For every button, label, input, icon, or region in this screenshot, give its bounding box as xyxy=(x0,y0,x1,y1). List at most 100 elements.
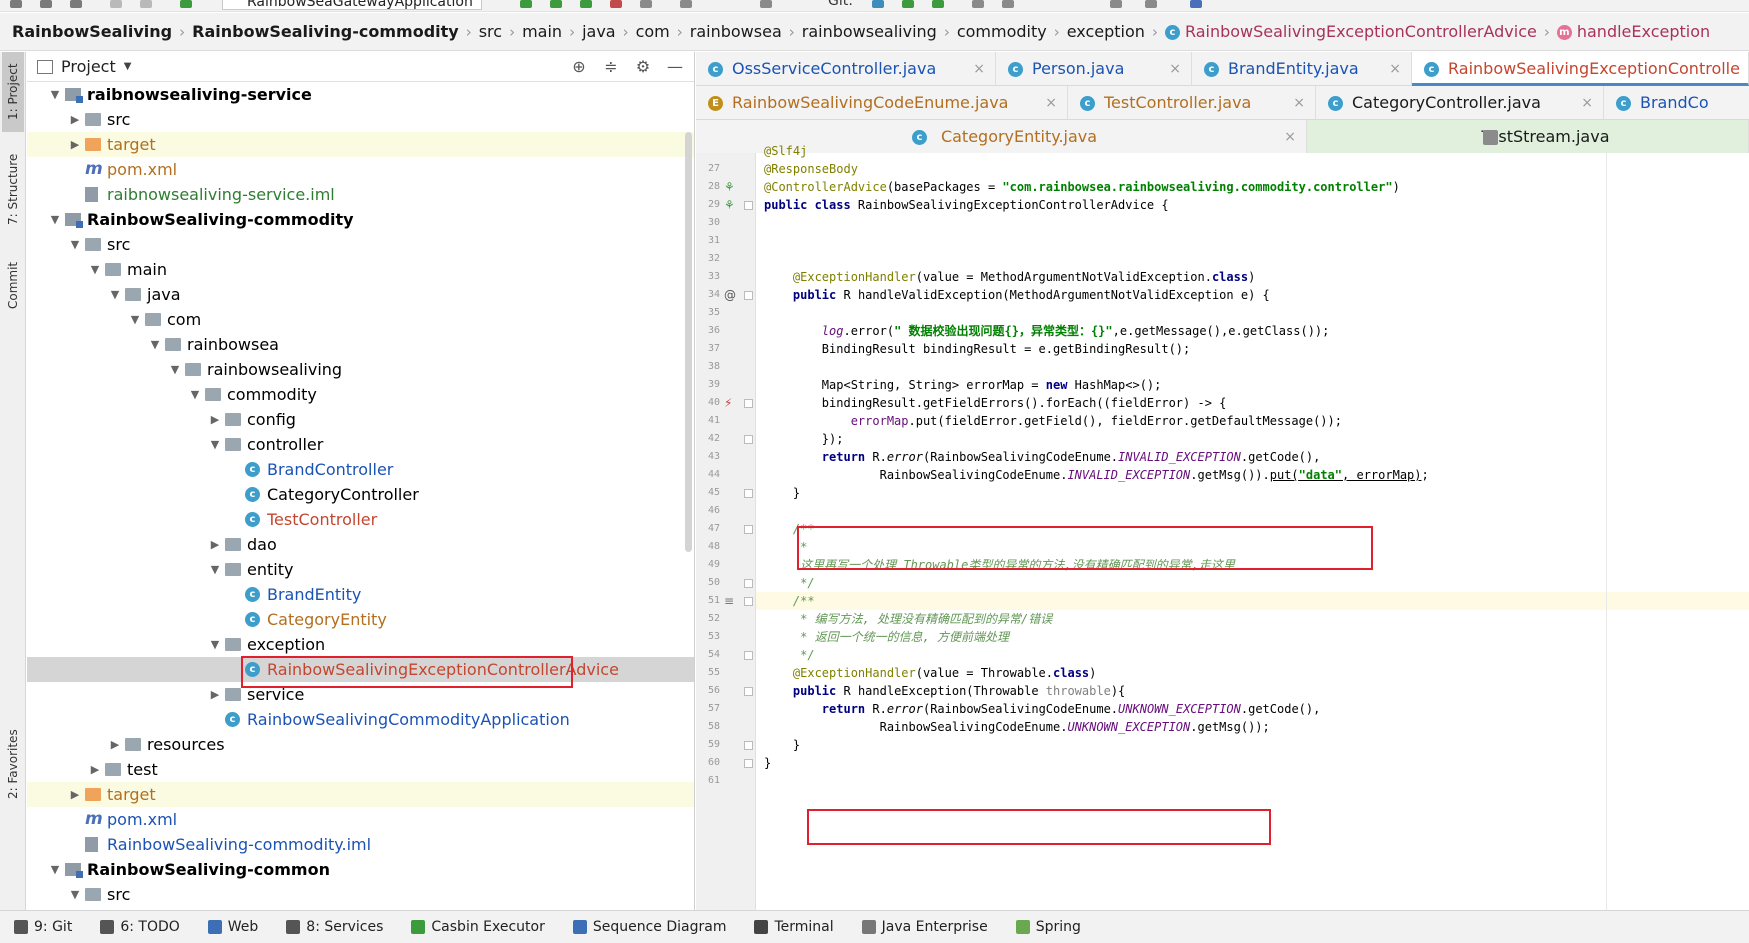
code-line[interactable]: /** xyxy=(764,592,815,610)
chevron-down-icon[interactable]: ▼ xyxy=(49,207,61,232)
bottom-tab-java-enterprise[interactable]: Java Enterprise xyxy=(848,919,1002,935)
tree-item[interactable]: ▶ src xyxy=(27,107,694,132)
rerun-icon[interactable] xyxy=(680,0,692,8)
code-line[interactable]: public R handleException(Throwable throw… xyxy=(764,682,1125,700)
fold-icon[interactable] xyxy=(744,399,753,408)
git-push-icon[interactable] xyxy=(932,0,944,8)
chevron-right-icon[interactable]: ▶ xyxy=(89,757,101,782)
tree-item[interactable]: ▶ target xyxy=(27,132,694,157)
tree-item[interactable]: c BrandEntity xyxy=(27,582,694,607)
back-icon[interactable] xyxy=(110,0,122,8)
breadcrumb-item[interactable]: exception xyxy=(1067,22,1145,41)
chevron-down-icon[interactable]: ▼ xyxy=(124,61,132,72)
project-structure-icon[interactable] xyxy=(1110,0,1122,8)
tree-item[interactable]: c RainbowSealivingCommodityApplication xyxy=(27,707,694,732)
tree-item[interactable]: ▼ controller xyxy=(27,432,694,457)
chevron-down-icon[interactable]: ▼ xyxy=(209,557,221,582)
close-icon[interactable]: × xyxy=(973,52,985,86)
fold-icon[interactable] xyxy=(744,759,753,768)
debug-icon[interactable] xyxy=(550,0,562,8)
search-icon[interactable] xyxy=(1145,0,1157,8)
fold-icon[interactable] xyxy=(744,525,753,534)
tree-item[interactable]: c BrandController xyxy=(27,457,694,482)
fold-icon[interactable] xyxy=(744,489,753,498)
chevron-down-icon[interactable]: ▼ xyxy=(149,332,161,357)
breadcrumb-class[interactable]: c RainbowSealivingExceptionControllerAdvi… xyxy=(1164,22,1537,41)
fold-icon[interactable] xyxy=(744,651,753,660)
tree-item[interactable]: ▼ raibnowsealiving-service xyxy=(27,82,694,107)
tree-item[interactable]: ▼ RainbowSealiving-common xyxy=(27,857,694,882)
gear-icon[interactable]: ⚙ xyxy=(634,57,652,76)
leaf-icon[interactable]: ⚘ xyxy=(724,196,735,214)
bottom-tab-services[interactable]: 8: Services xyxy=(272,919,397,935)
tab-brand-controller[interactable]: c BrandCo xyxy=(1604,86,1749,120)
tree-item[interactable]: ▶ config xyxy=(27,407,694,432)
breadcrumb-item[interactable]: RainbowSealiving-commodity xyxy=(192,22,459,41)
fold-icon[interactable] xyxy=(744,291,753,300)
tree-item[interactable]: ▼ rainbowsealiving xyxy=(27,357,694,382)
code-line[interactable]: } xyxy=(764,484,800,502)
tab-test-stream[interactable]: TestStream.java xyxy=(1307,120,1749,154)
tree-item[interactable]: c CategoryEntity xyxy=(27,607,694,632)
locate-icon[interactable]: ⊕ xyxy=(570,57,588,76)
code-line[interactable]: */ xyxy=(764,646,814,664)
tree-item[interactable]: ▼ exception xyxy=(27,632,694,657)
close-icon[interactable]: × xyxy=(1284,120,1296,154)
override-icon[interactable]: @ xyxy=(724,286,736,304)
editor-gutter[interactable]: 27 28 ⚘ 29 ⚘ 30 31 32 33 34 @35 36 37 38 39 40 ⚡ 41 42 43 44… xyxy=(696,153,756,910)
breadcrumb-item[interactable]: rainbowsea xyxy=(690,22,782,41)
code-line[interactable]: bindingResult.getFieldErrors().forEach((… xyxy=(764,394,1227,412)
fold-icon[interactable] xyxy=(744,741,753,750)
chevron-down-icon[interactable]: ▼ xyxy=(89,257,101,282)
toolbar-icon[interactable] xyxy=(40,0,52,8)
chevron-down-icon[interactable]: ▼ xyxy=(209,632,221,657)
leaf-icon[interactable]: ⚘ xyxy=(724,178,735,196)
tab-code-enume[interactable]: E RainbowSealivingCodeEnume.java × xyxy=(696,86,1068,120)
chevron-down-icon[interactable]: ▼ xyxy=(189,382,201,407)
code-line[interactable]: @ControllerAdvice(basePackages = "com.ra… xyxy=(764,178,1400,196)
fold-icon[interactable] xyxy=(744,435,753,444)
tree-item[interactable]: ▶ target xyxy=(27,782,694,807)
tree-item[interactable]: ▼ rainbowsea xyxy=(27,332,694,357)
code-line[interactable]: @ExceptionHandler(value = Throwable.clas… xyxy=(764,664,1096,682)
code-line[interactable]: return R.error(RainbowSealivingCodeEnume… xyxy=(764,700,1321,718)
git-update-icon[interactable] xyxy=(872,0,884,8)
code-line[interactable]: } xyxy=(764,736,800,754)
chevron-right-icon[interactable]: ▶ xyxy=(69,782,81,807)
code-line[interactable]: @ResponseBody xyxy=(764,160,858,178)
bottom-tab-git[interactable]: 9: Git xyxy=(0,919,86,935)
breadcrumb-item[interactable]: RainbowSealiving xyxy=(12,22,172,41)
project-panel-title[interactable]: Project xyxy=(61,57,116,76)
chevron-right-icon[interactable]: ▶ xyxy=(69,107,81,132)
bottom-tab-sequence-diagram[interactable]: Sequence Diagram xyxy=(559,919,741,935)
toolbar-icon[interactable] xyxy=(10,0,22,8)
bottom-tab-terminal[interactable]: Terminal xyxy=(740,919,847,935)
tree-item[interactable]: ▶ dao xyxy=(27,532,694,557)
fold-icon[interactable] xyxy=(744,201,753,210)
code-line[interactable]: RainbowSealivingCodeEnume.INVALID_EXCEPT… xyxy=(764,466,1429,484)
tree-item[interactable]: ▼ src xyxy=(27,232,694,257)
close-icon[interactable]: × xyxy=(1581,86,1593,120)
run-icon[interactable] xyxy=(520,0,532,8)
project-tool-tab[interactable]: 1: Project xyxy=(2,52,24,132)
git-commit-icon[interactable] xyxy=(902,0,914,8)
tree-item[interactable]: m pom.xml xyxy=(27,157,694,182)
breadcrumb-item[interactable]: com xyxy=(636,22,670,41)
code-line[interactable]: * 返回一个统一的信息, 方便前端处理 xyxy=(764,628,1009,646)
tree-item[interactable]: ▼ entity xyxy=(27,557,694,582)
code-line[interactable]: BindingResult bindingResult = e.getBindi… xyxy=(764,340,1190,358)
run-configuration-select[interactable]: RainbowSeaGatewayApplication xyxy=(222,0,482,10)
git-history-icon[interactable] xyxy=(972,0,984,8)
chevron-right-icon[interactable]: ▶ xyxy=(209,532,221,557)
code-line[interactable]: errorMap.put(fieldError.getField(), fiel… xyxy=(764,412,1342,430)
breadcrumb-method[interactable]: m handleException xyxy=(1556,22,1710,41)
stop-icon[interactable] xyxy=(640,0,652,8)
favorites-tool-tab[interactable]: 2: Favorites xyxy=(2,717,24,812)
collapse-all-icon[interactable]: ≑ xyxy=(602,57,620,76)
code-line[interactable]: * 编写方法, 处理没有精确匹配到的异常/错误 xyxy=(764,610,1052,628)
coverage-icon[interactable] xyxy=(580,0,592,8)
tree-item[interactable]: ▶ test xyxy=(27,757,694,782)
tab-oss-service-controller[interactable]: c OssServiceController.java × xyxy=(696,52,996,86)
code-line[interactable]: } xyxy=(764,754,771,772)
hide-icon[interactable]: — xyxy=(666,57,684,76)
